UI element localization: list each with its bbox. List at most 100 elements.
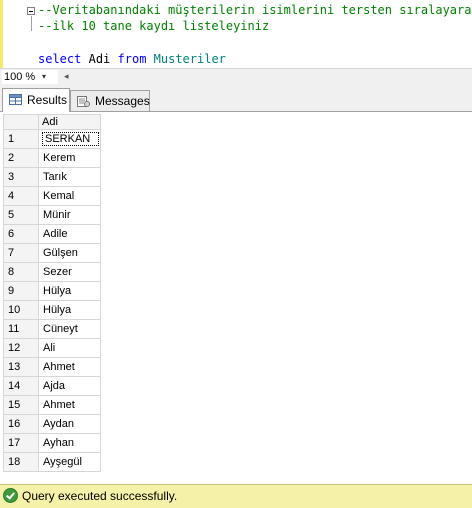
table-row[interactable]: 15 Ahmet xyxy=(3,395,101,415)
table-row[interactable]: 8 Sezer xyxy=(3,262,101,282)
row-number[interactable]: 10 xyxy=(3,300,39,320)
row-number[interactable]: 6 xyxy=(3,224,39,244)
cell-value: Kerem xyxy=(43,152,76,164)
cell-value: Kemal xyxy=(43,190,75,202)
cell-adi[interactable]: Ahmet xyxy=(38,395,101,415)
cell-adi[interactable]: Kerem xyxy=(38,148,101,168)
success-check-icon xyxy=(3,488,18,503)
cell-adi[interactable]: Kemal xyxy=(38,186,101,206)
grid-icon xyxy=(9,94,22,105)
row-number[interactable]: 18 xyxy=(3,452,39,472)
zoom-bar: 100 % ▾ ◂ xyxy=(0,68,472,85)
scroll-left-icon[interactable]: ◂ xyxy=(64,71,69,82)
table-row[interactable]: 1 SERKAN xyxy=(3,129,101,149)
row-number[interactable]: 4 xyxy=(3,186,39,206)
row-number[interactable]: 9 xyxy=(3,281,39,301)
cell-value: Ayşegül xyxy=(43,456,82,468)
results-grid[interactable]: Adi 1 SERKAN 2 Kerem 3 Tarık 4 Kemal 5 Münir 6 Adil… xyxy=(0,112,472,484)
table-row[interactable]: 4 Kemal xyxy=(3,186,101,206)
grid-corner[interactable] xyxy=(3,114,39,130)
cell-adi[interactable]: Hülya xyxy=(38,300,101,320)
query-editor[interactable]: --Veritabanındaki müşterilerin isimlerin… xyxy=(0,0,472,68)
cell-value: Tarık xyxy=(43,171,67,183)
cell-value: Ayhan xyxy=(43,437,74,449)
table-row[interactable]: 6 Adile xyxy=(3,224,101,244)
table-row[interactable]: 2 Kerem xyxy=(3,148,101,168)
tab-messages[interactable]: Messages xyxy=(70,90,150,111)
column-header-adi[interactable]: Adi xyxy=(38,114,101,130)
cell-adi[interactable]: Adile xyxy=(38,224,101,244)
row-number[interactable]: 3 xyxy=(3,167,39,187)
cell-value: Sezer xyxy=(43,266,72,278)
row-number[interactable]: 2 xyxy=(3,148,39,168)
row-number[interactable]: 5 xyxy=(3,205,39,225)
results-tabs: Results Messages xyxy=(0,85,472,112)
cell-adi[interactable]: Münir xyxy=(38,205,101,225)
cell-adi[interactable]: Hülya xyxy=(38,281,101,301)
cell-adi[interactable]: Gülşen xyxy=(38,243,101,263)
tab-results[interactable]: Results xyxy=(2,88,70,112)
table-name: Musteriler xyxy=(153,52,226,66)
chevron-down-icon[interactable]: ▾ xyxy=(42,70,46,84)
collapse-toggle-icon[interactable] xyxy=(27,7,35,15)
row-number[interactable]: 15 xyxy=(3,395,39,415)
table-row[interactable]: 9 Hülya xyxy=(3,281,101,301)
code-select-line: select Adi from Musteriler xyxy=(38,52,226,67)
cell-value: Aydan xyxy=(43,418,74,430)
cell-value: Hülya xyxy=(43,304,72,316)
cell-value: Münir xyxy=(43,209,71,221)
cell-value: Cüneyt xyxy=(43,323,78,335)
table-row[interactable]: 3 Tarık xyxy=(3,167,101,187)
row-number[interactable]: 8 xyxy=(3,262,39,282)
messages-icon xyxy=(77,96,90,107)
keyword-from: from xyxy=(117,52,147,66)
table-row[interactable]: 10 Hülya xyxy=(3,300,101,320)
zoom-value: 100 % xyxy=(4,71,36,83)
cell-adi[interactable]: Ayhan xyxy=(38,433,101,453)
table-row[interactable]: 13 Ahmet xyxy=(3,357,101,377)
cell-adi[interactable]: Ayşegül xyxy=(38,452,101,472)
tab-results-label: Results xyxy=(27,93,68,107)
row-number[interactable]: 11 xyxy=(3,319,39,339)
cell-value: Hülya xyxy=(43,285,72,297)
table-row[interactable]: 7 Gülşen xyxy=(3,243,101,263)
status-text: Query executed successfully. xyxy=(22,489,178,503)
cell-adi[interactable]: Aydan xyxy=(38,414,101,434)
cell-adi[interactable]: Ali xyxy=(38,338,101,358)
cell-value: Ali xyxy=(43,342,56,354)
keyword-select: select xyxy=(38,52,82,66)
cell-adi[interactable]: Sezer xyxy=(38,262,101,282)
table-row[interactable]: 18 Ayşegül xyxy=(3,452,101,472)
cell-value: Gülşen xyxy=(43,247,78,259)
row-number[interactable]: 12 xyxy=(3,338,39,358)
cell-value: Ahmet xyxy=(43,399,75,411)
row-number[interactable]: 16 xyxy=(3,414,39,434)
cell-value: Adile xyxy=(43,228,68,240)
zoom-select[interactable]: 100 % ▾ xyxy=(2,70,58,84)
cell-adi[interactable]: SERKAN xyxy=(38,129,101,149)
tab-messages-label: Messages xyxy=(95,94,150,108)
column-name: Adi xyxy=(88,52,111,66)
code-comment-line-2: --ilk 10 tane kaydı listeleyiniz xyxy=(38,19,270,33)
row-number[interactable]: 7 xyxy=(3,243,39,263)
row-number[interactable]: 17 xyxy=(3,433,39,453)
cell-value: Ahmet xyxy=(43,361,75,373)
table-row[interactable]: 17 Ayhan xyxy=(3,433,101,453)
change-margin xyxy=(0,0,3,68)
table-row[interactable]: 14 Ajda xyxy=(3,376,101,396)
table-row[interactable]: 5 Münir xyxy=(3,205,101,225)
results-table: Adi 1 SERKAN 2 Kerem 3 Tarık 4 Kemal 5 Münir 6 Adil… xyxy=(3,114,101,472)
table-row[interactable]: 12 Ali xyxy=(3,338,101,358)
table-row[interactable]: 16 Aydan xyxy=(3,414,101,434)
code-comment-line-1: --Veritabanındaki müşterilerin isimlerin… xyxy=(38,3,472,17)
row-number[interactable]: 13 xyxy=(3,357,39,377)
cell-adi[interactable]: Cüneyt xyxy=(38,319,101,339)
cell-adi[interactable]: Ajda xyxy=(38,376,101,396)
table-row[interactable]: 11 Cüneyt xyxy=(3,319,101,339)
row-number[interactable]: 14 xyxy=(3,376,39,396)
cell-value: SERKAN xyxy=(41,132,100,146)
row-number[interactable]: 1 xyxy=(3,129,39,149)
status-bar: Query executed successfully. xyxy=(0,484,472,508)
cell-adi[interactable]: Tarık xyxy=(38,167,101,187)
cell-adi[interactable]: Ahmet xyxy=(38,357,101,377)
